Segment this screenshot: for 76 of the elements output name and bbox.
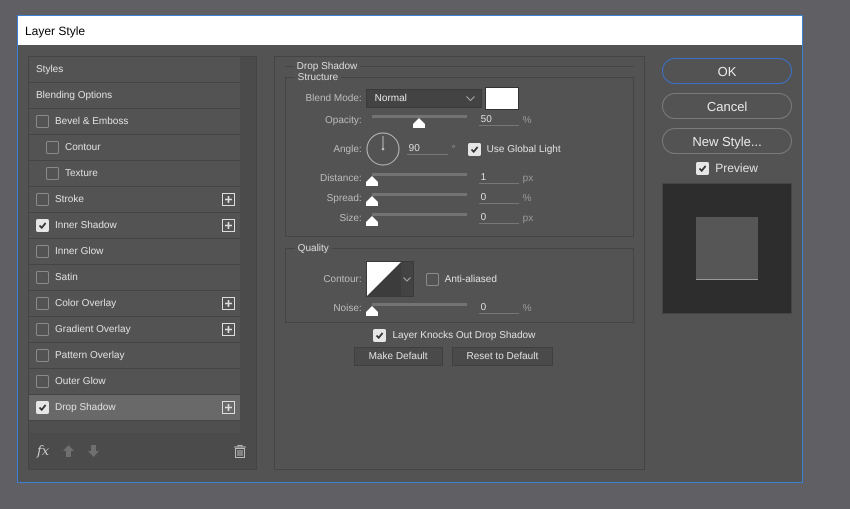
unit-label: % (522, 302, 532, 314)
dialog-button[interactable]: New Style... (662, 128, 792, 154)
checkbox-label: Use Global Light (486, 144, 561, 154)
color-swatch[interactable] (484, 87, 519, 110)
unit-label: ° (452, 144, 456, 154)
style-item[interactable]: Blending Options (29, 83, 240, 109)
style-item[interactable]: Texture (29, 161, 240, 187)
blend-mode-dropdown[interactable]: Normal (366, 89, 482, 108)
checkbox[interactable] (36, 115, 49, 128)
style-item[interactable]: Drop Shadow (29, 395, 240, 421)
trash-icon[interactable] (234, 444, 246, 458)
window-title: Layer Style (25, 24, 86, 38)
add-icon[interactable] (222, 193, 235, 206)
section-title: Drop Shadow (296, 61, 358, 72)
add-icon[interactable] (222, 297, 235, 310)
value-field[interactable]: 0 (478, 212, 519, 224)
checkbox[interactable] (36, 349, 49, 362)
field-label: Distance: (318, 172, 362, 184)
add-icon[interactable] (222, 323, 235, 336)
angle-dial[interactable] (366, 132, 400, 166)
checkbox[interactable] (36, 297, 49, 310)
checkbox-label: Preview (715, 161, 758, 175)
checkbox[interactable] (36, 323, 49, 336)
unit-label: % (522, 192, 532, 204)
checkbox[interactable] (46, 141, 59, 154)
style-item[interactable]: Gradient Overlay (29, 317, 240, 343)
contour-picker[interactable] (366, 261, 414, 297)
checkbox-label: Layer Knocks Out Drop Shadow (392, 330, 536, 341)
checkbox[interactable] (36, 193, 49, 206)
slider-thumb[interactable] (366, 196, 378, 206)
style-item[interactable]: Bevel & Emboss (29, 109, 240, 135)
group-title: Quality (296, 243, 330, 254)
style-item[interactable]: Outer Glow (29, 369, 240, 395)
add-icon[interactable] (222, 219, 235, 232)
slider-thumb[interactable] (366, 176, 378, 186)
default-button[interactable]: Make Default (354, 347, 443, 366)
checkbox-label: Anti-aliased (444, 274, 497, 284)
chevron-icon (402, 276, 411, 282)
group-title: Structure (296, 72, 340, 83)
dialog-button[interactable]: OK (662, 58, 792, 84)
fx-button[interactable]: fx (37, 444, 50, 458)
style-item[interactable]: Satin (29, 265, 240, 291)
style-item[interactable]: Styles (29, 57, 240, 83)
unit-label: % (522, 114, 532, 126)
checkbox[interactable] (426, 272, 439, 286)
field-label: Blend Mode: (304, 93, 362, 104)
dialog-button[interactable]: Cancel (662, 93, 792, 119)
chevron-icon (466, 96, 475, 101)
style-item[interactable]: Stroke (29, 187, 240, 213)
field-label: Size: (338, 212, 362, 224)
unit-label: px (522, 172, 534, 184)
value-field[interactable]: 1 (478, 172, 519, 184)
checkbox[interactable] (46, 167, 59, 180)
field-label: Angle: (332, 144, 362, 154)
add-icon[interactable] (222, 401, 235, 414)
value-field[interactable]: 90 (406, 143, 448, 155)
value-field[interactable]: 50 (478, 114, 519, 126)
checkbox[interactable] (36, 245, 49, 258)
style-item[interactable]: Color Overlay (29, 291, 240, 317)
field-label: Opacity: (324, 114, 362, 126)
style-item[interactable]: Inner Shadow (29, 213, 240, 239)
style-item[interactable]: Contour (29, 135, 240, 161)
checkbox[interactable] (36, 271, 49, 284)
value-field[interactable]: 0 (478, 192, 519, 204)
style-item[interactable]: Inner Glow (29, 239, 240, 265)
field-label: Noise: (332, 302, 362, 314)
preview-square (696, 217, 758, 280)
style-item[interactable]: Pattern Overlay (29, 343, 240, 369)
value-field[interactable]: 0 (478, 302, 519, 314)
slider-thumb[interactable] (366, 306, 378, 316)
field-label: Contour: (322, 274, 362, 284)
unit-label: px (522, 212, 534, 224)
field-label: Spread: (326, 192, 362, 204)
checkbox[interactable] (36, 375, 49, 388)
slider-thumb[interactable] (366, 216, 378, 226)
default-button[interactable]: Reset to Default (452, 347, 554, 366)
